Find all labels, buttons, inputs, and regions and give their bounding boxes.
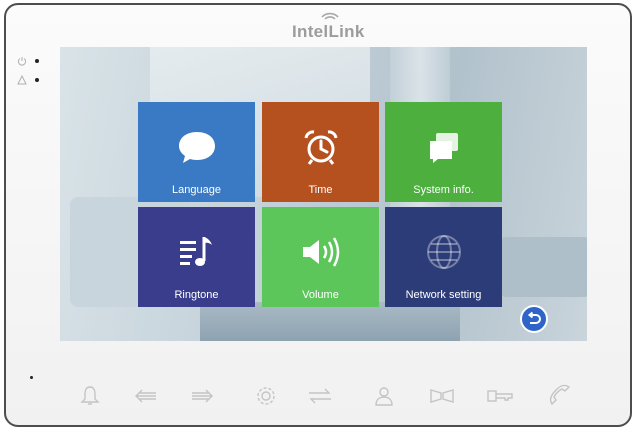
speaker-icon [299, 227, 343, 277]
tile-ringtone[interactable]: Ringtone [138, 207, 255, 307]
armchair [500, 237, 587, 297]
alarm-indicator-icon [17, 75, 27, 85]
tile-volume[interactable]: Volume [262, 207, 379, 307]
tile-label-network-setting: Network setting [405, 289, 482, 301]
back-button[interactable] [520, 305, 548, 333]
monitor-button[interactable] [370, 382, 398, 410]
tile-label-volume: Volume [302, 289, 339, 301]
tile-label-ringtone: Ringtone [174, 289, 219, 301]
alarm-led [35, 78, 39, 82]
tile-language[interactable]: Language [138, 102, 255, 202]
talk-button[interactable] [546, 382, 574, 410]
phone-icon [549, 384, 571, 406]
return-arrow-icon [527, 311, 541, 324]
previous-button[interactable] [132, 382, 160, 410]
alarm-clock-icon [301, 122, 341, 172]
gear-icon [257, 387, 275, 405]
bell-button[interactable] [76, 382, 104, 410]
display-screen: Language Time System info. Ringtone Volu… [60, 47, 587, 341]
music-note-icon [176, 227, 218, 277]
globe-icon [423, 227, 465, 277]
table [200, 302, 460, 341]
key-icon [487, 390, 513, 402]
transfer-button[interactable] [306, 382, 334, 410]
wifi-logo-icon [321, 12, 339, 20]
brand-logo: IntelLink [292, 22, 365, 41]
windows-stack-icon [424, 122, 464, 172]
tile-label-system-info: System info. [413, 184, 474, 196]
unlock-button[interactable] [486, 382, 514, 410]
gate-icon [430, 389, 454, 403]
next-button[interactable] [188, 382, 216, 410]
tile-network-setting[interactable]: Network setting [385, 207, 502, 307]
settings-button[interactable] [252, 382, 280, 410]
gate-button[interactable] [428, 382, 456, 410]
person-icon [375, 387, 393, 406]
tile-system-info[interactable]: System info. [385, 102, 502, 202]
power-indicator-icon [17, 57, 27, 66]
power-led [35, 59, 39, 63]
tile-label-time: Time [308, 184, 333, 196]
tile-label-language: Language [172, 184, 221, 196]
transfer-icon [309, 388, 331, 404]
arrow-left-icon [135, 389, 156, 403]
microphone-hole [30, 376, 33, 379]
speech-bubble-icon [176, 122, 218, 172]
bell-icon [80, 386, 100, 405]
tile-time[interactable]: Time [262, 102, 379, 202]
arrow-right-icon [192, 389, 213, 403]
